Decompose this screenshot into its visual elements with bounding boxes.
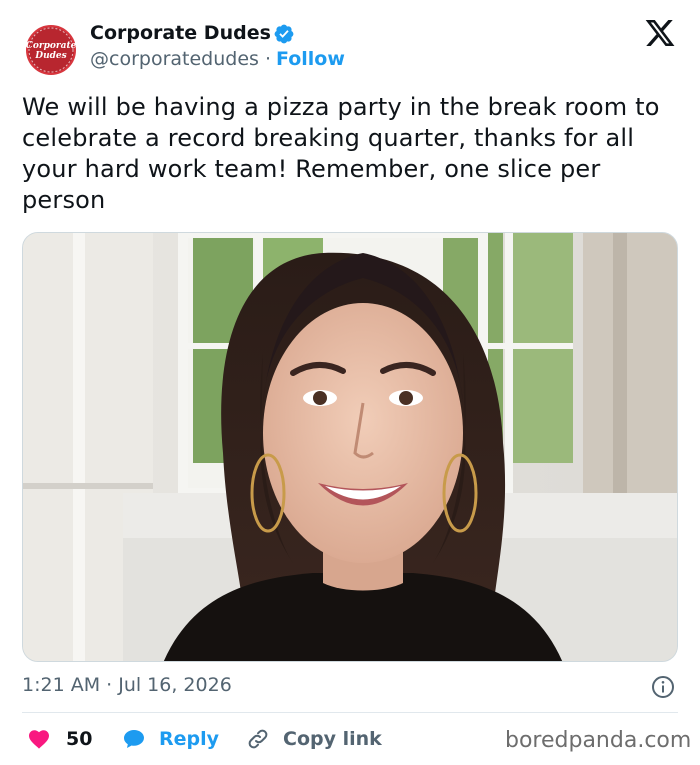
avatar[interactable]: Corporate Dudes bbox=[23, 22, 79, 78]
verified-badge-icon bbox=[274, 24, 294, 44]
x-logo-icon[interactable] bbox=[643, 17, 677, 49]
info-icon[interactable] bbox=[651, 675, 675, 699]
handle-separator: · bbox=[264, 48, 272, 70]
heart-icon bbox=[29, 730, 49, 749]
reply-label: Reply bbox=[159, 728, 220, 750]
author-name[interactable]: Corporate Dudes bbox=[90, 22, 271, 44]
svg-text:Dudes: Dudes bbox=[34, 51, 66, 61]
author-handle[interactable]: @corporatedudes · bbox=[90, 48, 271, 70]
link-icon bbox=[248, 729, 268, 749]
tweet-timestamp[interactable]: 1:21 AM · Jul 16, 2026 bbox=[22, 674, 232, 696]
like-count: 50 bbox=[66, 728, 93, 750]
reply-bubble-icon bbox=[124, 730, 144, 748]
reply-button[interactable]: Reply bbox=[121, 726, 219, 752]
copy-link-button[interactable]: Copy link bbox=[245, 726, 382, 752]
like-button[interactable]: 50 bbox=[26, 726, 92, 752]
follow-button[interactable]: Follow bbox=[276, 48, 345, 70]
svg-text:Corporate: Corporate bbox=[26, 41, 76, 51]
photo-woman-smiling bbox=[23, 233, 677, 661]
actions-divider bbox=[22, 712, 678, 713]
tweet-media-image[interactable] bbox=[22, 232, 678, 662]
handle-text[interactable]: @corporatedudes bbox=[90, 48, 259, 70]
copy-link-label: Copy link bbox=[283, 728, 382, 750]
tweet-header: Corporate Dudes Corporate Dudes @corpora… bbox=[0, 0, 700, 90]
corporate-dudes-logo-icon: Corporate Dudes bbox=[26, 27, 76, 73]
tweet-text: We will be having a pizza party in the b… bbox=[22, 93, 660, 214]
watermark-text: boredpanda.com bbox=[505, 728, 692, 753]
